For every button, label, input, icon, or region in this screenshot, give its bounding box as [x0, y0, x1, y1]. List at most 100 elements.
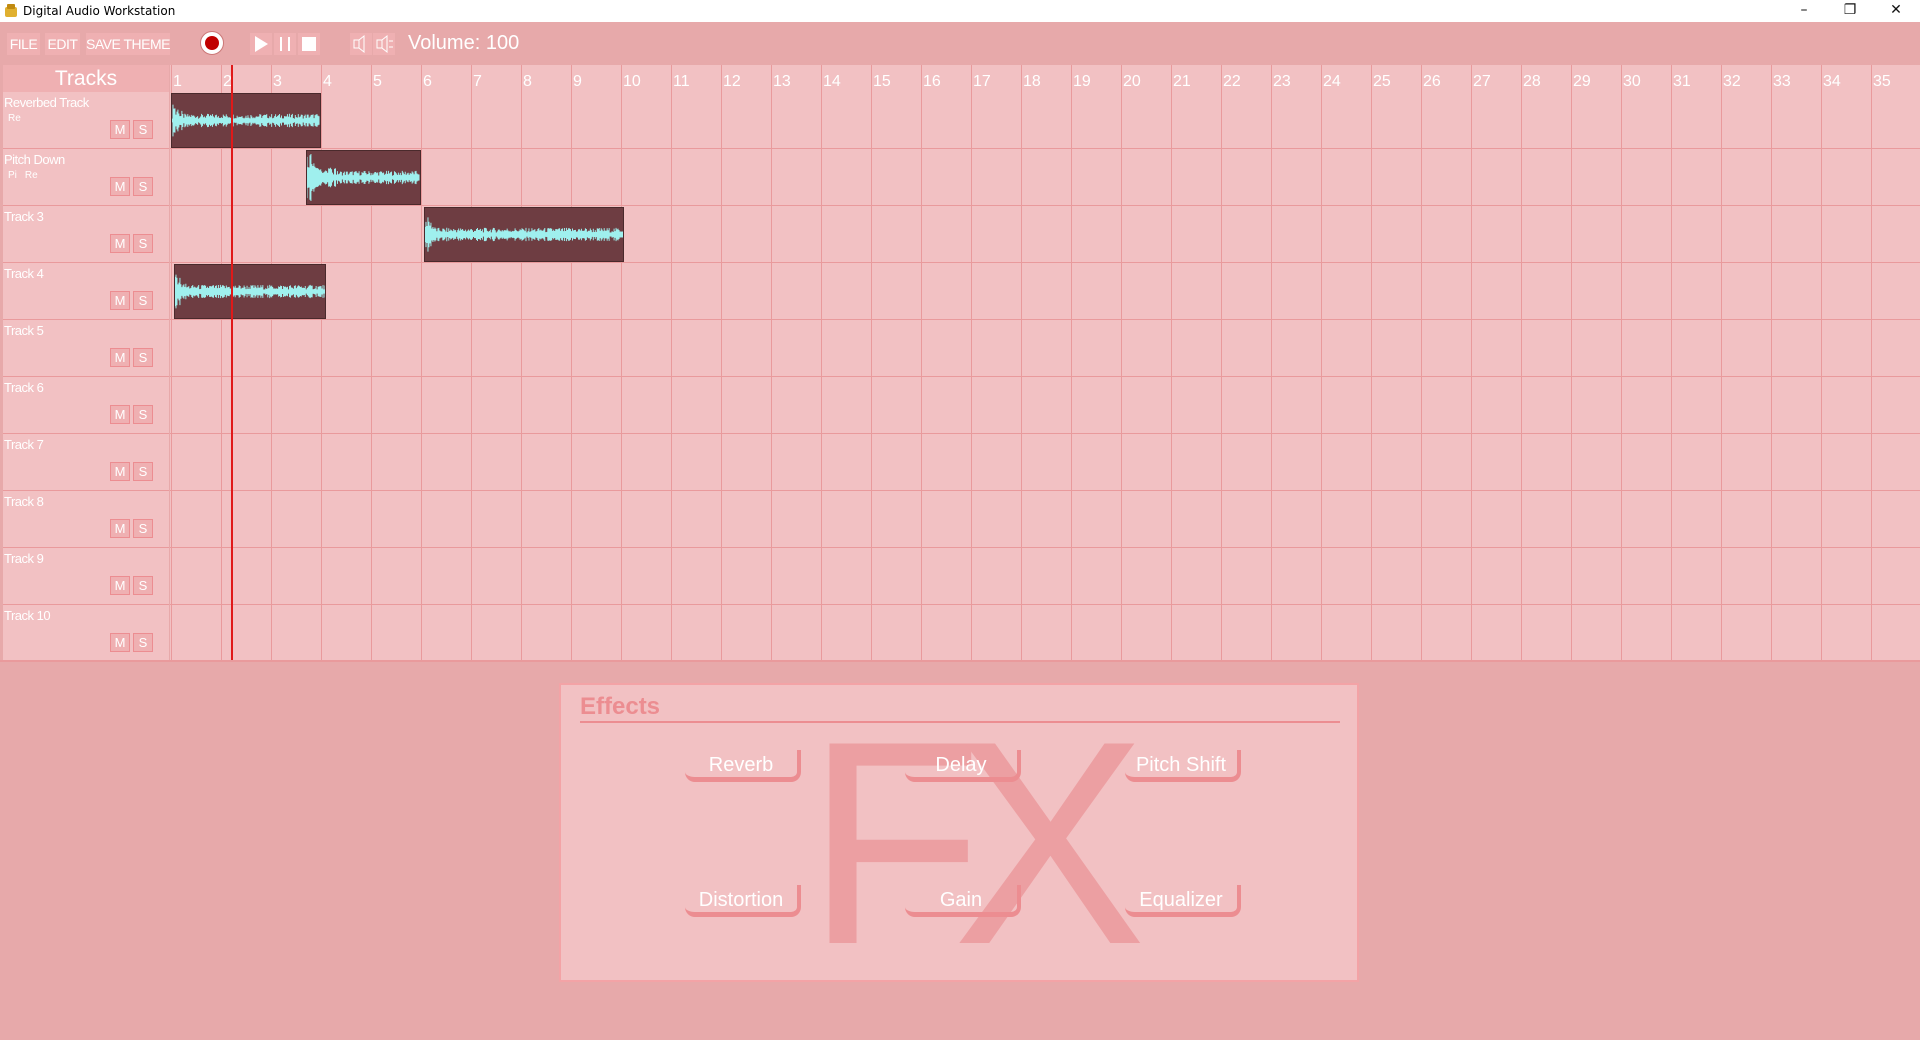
effect-tag[interactable]: Pi	[8, 170, 17, 181]
track-name[interactable]: Track 9	[4, 551, 44, 566]
mute-button[interactable]: M	[110, 177, 130, 196]
track-name[interactable]: Track 4	[4, 266, 44, 281]
effects-title: Effects	[580, 693, 661, 720]
minimize-button[interactable]: –	[1781, 0, 1827, 22]
track-header[interactable]: Track 5 MS	[3, 320, 169, 377]
ruler-gridline	[1021, 65, 1022, 92]
track-name[interactable]: Pitch Down	[4, 152, 65, 167]
restore-button[interactable]: ❐	[1827, 0, 1873, 22]
solo-button[interactable]: S	[133, 234, 153, 253]
audio-clip[interactable]	[306, 150, 421, 205]
mute-button[interactable]: M	[110, 633, 130, 652]
effect-tag[interactable]: Re	[8, 113, 21, 124]
track-header[interactable]: Track 6 MS	[3, 377, 169, 434]
track-name[interactable]: Track 7	[4, 437, 44, 452]
solo-button[interactable]: S	[133, 120, 153, 139]
ruler-gridline	[1171, 65, 1172, 92]
mute-button[interactable]: M	[110, 120, 130, 139]
track-name[interactable]: Track 8	[4, 494, 44, 509]
solo-button[interactable]: S	[133, 291, 153, 310]
track-header[interactable]: Pitch Down Pi Re M S	[3, 149, 169, 206]
equalizer-button[interactable]: Equalizer	[1125, 885, 1241, 917]
track-header[interactable]: Track 8 MS	[3, 491, 169, 548]
arrangement-grid[interactable]	[170, 92, 1920, 661]
ruler-tick-label: 32	[1723, 73, 1741, 90]
record-button[interactable]	[200, 31, 224, 55]
distortion-button[interactable]: Distortion	[685, 885, 801, 917]
mute-button[interactable]: M	[110, 348, 130, 367]
solo-button[interactable]: S	[133, 348, 153, 367]
app-icon	[5, 4, 17, 17]
ruler-tick-label: 4	[323, 73, 332, 90]
volume-up-button[interactable]	[373, 33, 395, 55]
solo-button[interactable]: S	[133, 177, 153, 196]
ruler-tick-label: 34	[1823, 73, 1841, 90]
stop-button[interactable]	[298, 33, 320, 55]
ruler-gridline	[1821, 65, 1822, 92]
volume-down-button[interactable]	[350, 33, 372, 55]
delay-button[interactable]: Delay	[905, 750, 1021, 782]
solo-button[interactable]: S	[133, 405, 153, 424]
ruler-tick-label: 8	[523, 73, 532, 90]
mute-button[interactable]: M	[110, 462, 130, 481]
ruler-gridline	[1671, 65, 1672, 92]
effect-tag[interactable]: Re	[25, 170, 38, 181]
track-name[interactable]: Reverbed Track	[4, 95, 89, 110]
grid-line	[170, 148, 1920, 149]
timeline-ruler[interactable]: 1 2 3 4 5 6 7 8 9 10 11 12 13 14 15 16 17 18 19 20 21 22 23 24 2…	[170, 65, 1920, 92]
ruler-tick-label: 35	[1873, 73, 1891, 90]
fx-logo: FX	[806, 685, 1173, 984]
save-theme-button[interactable]: SAVE THEME	[86, 33, 170, 55]
ruler-tick-label: 7	[473, 73, 482, 90]
mute-button[interactable]: M	[110, 291, 130, 310]
ruler-tick-label: 15	[873, 73, 891, 90]
solo-button[interactable]: S	[133, 576, 153, 595]
track-header[interactable]: Track 4 MS	[3, 263, 169, 320]
waveform	[307, 154, 420, 201]
audio-clip[interactable]	[173, 264, 326, 319]
ruler-tick-label: 17	[973, 73, 991, 90]
waveform	[174, 274, 325, 309]
ruler-gridline	[471, 65, 472, 92]
ruler-gridline	[571, 65, 572, 92]
track-header[interactable]: Track 7 MS	[3, 434, 169, 491]
ruler-tick-label: 25	[1373, 73, 1391, 90]
ruler-gridline	[1721, 65, 1722, 92]
track-name[interactable]: Track 10	[4, 608, 51, 623]
ruler-tick-label: 18	[1023, 73, 1041, 90]
reverb-button[interactable]: Reverb	[685, 750, 801, 782]
play-button[interactable]	[250, 33, 272, 55]
mute-button[interactable]: M	[110, 519, 130, 538]
playhead[interactable]	[231, 65, 233, 661]
mute-button[interactable]: M	[110, 576, 130, 595]
mute-button[interactable]: M	[110, 405, 130, 424]
waveform	[424, 217, 623, 252]
track-header[interactable]: Track 3 MS	[3, 206, 169, 263]
track-header[interactable]: Track 9 MS	[3, 548, 169, 605]
solo-button[interactable]: S	[133, 633, 153, 652]
audio-clip[interactable]	[171, 93, 321, 148]
grid-line	[170, 376, 1920, 377]
track-name[interactable]: Track 5	[4, 323, 44, 338]
mute-button[interactable]: M	[110, 234, 130, 253]
tracks-header: Tracks	[3, 65, 169, 92]
track-header[interactable]: Track 10 M S	[3, 605, 169, 662]
ruler-gridline	[1471, 65, 1472, 92]
ruler-tick-label: 1	[173, 73, 182, 90]
pause-button[interactable]	[274, 33, 296, 55]
track-name[interactable]: Track 3	[4, 209, 44, 224]
close-button[interactable]: ✕	[1873, 0, 1919, 22]
audio-clip[interactable]	[423, 207, 624, 262]
speaker-low-icon	[353, 34, 365, 54]
gain-button[interactable]: Gain	[905, 885, 1021, 917]
grid-line	[170, 319, 1920, 320]
pitch-shift-button[interactable]: Pitch Shift	[1125, 750, 1241, 782]
solo-button[interactable]: S	[133, 462, 153, 481]
grid-line	[170, 262, 1920, 263]
file-menu[interactable]: FILE	[7, 33, 40, 55]
track-name[interactable]: Track 6	[4, 380, 44, 395]
solo-button[interactable]: S	[133, 519, 153, 538]
edit-menu[interactable]: EDIT	[45, 33, 80, 55]
track-header[interactable]: Reverbed Track Re M S	[3, 92, 169, 149]
ruler-gridline	[1371, 65, 1372, 92]
